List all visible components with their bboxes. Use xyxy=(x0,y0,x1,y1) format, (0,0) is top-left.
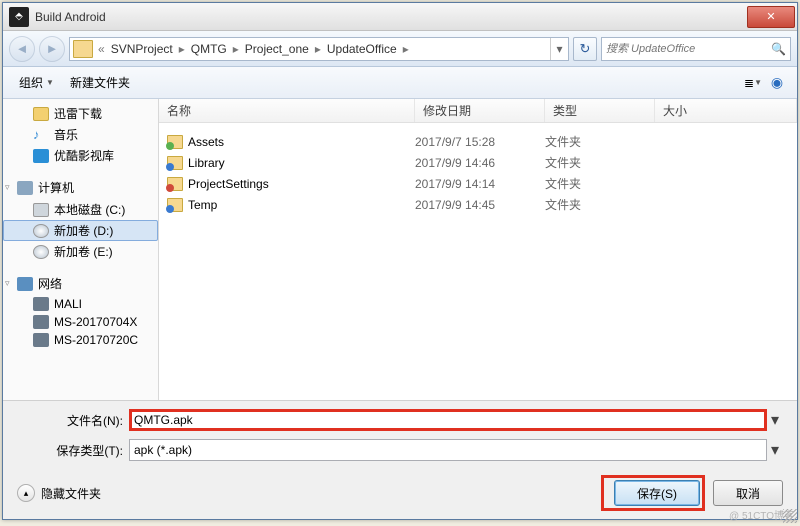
sidebar-item-drive-d[interactable]: 新加卷 (D:) xyxy=(3,220,158,241)
filetype-dropdown[interactable]: ▾ xyxy=(767,440,783,460)
header-type[interactable]: 类型 xyxy=(545,99,655,122)
nav-bar: ◄ ► « SVNProject ▸ QMTG ▸ Project_one ▸ … xyxy=(3,31,797,67)
sidebar-group-network[interactable]: ▿网络 xyxy=(3,272,158,295)
app-icon: ⬘ xyxy=(9,7,29,27)
hide-folders-toggle[interactable]: ▴ 隐藏文件夹 xyxy=(17,484,101,502)
chevron-right-icon: « xyxy=(96,42,107,56)
chevron-down-icon: ▼ xyxy=(46,78,54,87)
download-icon xyxy=(33,107,49,121)
breadcrumb-dropdown[interactable]: ▾ xyxy=(550,38,568,60)
video-icon xyxy=(33,149,49,163)
breadcrumb[interactable]: « SVNProject ▸ QMTG ▸ Project_one ▸ Upda… xyxy=(69,37,569,61)
chevron-up-icon: ▴ xyxy=(17,484,35,502)
window-title: Build Android xyxy=(35,10,747,24)
folder-icon xyxy=(167,135,183,149)
music-icon: ♪ xyxy=(33,128,49,142)
chevron-down-icon: ▿ xyxy=(5,182,10,193)
search-box[interactable]: 🔍 xyxy=(601,37,791,61)
chevron-right-icon: ▸ xyxy=(231,42,241,56)
folder-icon xyxy=(167,156,183,170)
folder-icon xyxy=(73,40,93,58)
header-size[interactable]: 大小 xyxy=(655,99,797,122)
toolbar: 组织 ▼ 新建文件夹 ≣ ▼ ◉ xyxy=(3,67,797,99)
header-date[interactable]: 修改日期 xyxy=(415,99,545,122)
search-icon: 🔍 xyxy=(771,42,786,56)
nav-back-button[interactable]: ◄ xyxy=(9,36,35,62)
nav-forward-button[interactable]: ► xyxy=(39,36,65,62)
titlebar: ⬘ Build Android ✕ xyxy=(3,3,797,31)
help-button[interactable]: ◉ xyxy=(765,73,789,93)
sidebar-item-videos[interactable]: 优酷影视库 xyxy=(3,145,158,166)
chevron-right-icon: ▸ xyxy=(313,42,323,56)
bottom-panel: 文件名(N): ▾ 保存类型(T): ▾ ▴ 隐藏文件夹 保存(S) 取消 xyxy=(3,400,797,519)
column-headers: 名称 修改日期 类型 大小 xyxy=(159,99,797,123)
header-name[interactable]: 名称 xyxy=(159,99,415,122)
sidebar-item-drive-c[interactable]: 本地磁盘 (C:) xyxy=(3,199,158,220)
refresh-button[interactable]: ↻ xyxy=(573,37,597,61)
sidebar-item-net-host2[interactable]: MS-20170720C xyxy=(3,331,158,349)
filename-label: 文件名(N): xyxy=(17,412,129,429)
file-list: Assets 2017/9/7 15:28 文件夹 Library 2017/9… xyxy=(159,123,797,400)
save-dialog-window: ⬘ Build Android ✕ ◄ ► « SVNProject ▸ QMT… xyxy=(2,2,798,520)
host-icon xyxy=(33,297,49,311)
filename-dropdown[interactable]: ▾ xyxy=(767,410,783,430)
breadcrumb-item[interactable]: Project_one xyxy=(241,42,313,56)
network-icon xyxy=(17,277,33,291)
computer-icon xyxy=(17,181,33,195)
breadcrumb-item[interactable]: UpdateOffice xyxy=(323,42,401,56)
filetype-label: 保存类型(T): xyxy=(17,442,129,459)
filetype-select[interactable] xyxy=(129,439,767,461)
close-button[interactable]: ✕ xyxy=(747,6,795,28)
file-row[interactable]: Temp 2017/9/9 14:45 文件夹 xyxy=(159,194,797,215)
window-controls: ✕ xyxy=(747,6,797,28)
view-options-button[interactable]: ≣ ▼ xyxy=(741,73,765,93)
drive-icon xyxy=(33,224,49,238)
file-row[interactable]: ProjectSettings 2017/9/9 14:14 文件夹 xyxy=(159,173,797,194)
file-row[interactable]: Assets 2017/9/7 15:28 文件夹 xyxy=(159,131,797,152)
nav-sidebar: 迅雷下载 ♪音乐 优酷影视库 ▿计算机 本地磁盘 (C:) 新加卷 (D:) 新… xyxy=(3,99,159,400)
breadcrumb-item[interactable]: QMTG xyxy=(187,42,231,56)
drive-icon xyxy=(33,203,49,217)
host-icon xyxy=(33,315,49,329)
filename-input[interactable] xyxy=(129,409,767,431)
sidebar-item-downloads[interactable]: 迅雷下载 xyxy=(3,103,158,124)
sidebar-item-net-mali[interactable]: MALI xyxy=(3,295,158,313)
drive-icon xyxy=(33,245,49,259)
sidebar-item-drive-e[interactable]: 新加卷 (E:) xyxy=(3,241,158,262)
dialog-body: 迅雷下载 ♪音乐 优酷影视库 ▿计算机 本地磁盘 (C:) 新加卷 (D:) 新… xyxy=(3,99,797,400)
cancel-button[interactable]: 取消 xyxy=(713,480,783,506)
folder-icon xyxy=(167,177,183,191)
save-button[interactable]: 保存(S) xyxy=(614,480,700,506)
host-icon xyxy=(33,333,49,347)
chevron-down-icon: ▿ xyxy=(5,278,10,289)
sidebar-item-net-host1[interactable]: MS-20170704X xyxy=(3,313,158,331)
folder-icon xyxy=(167,198,183,212)
sidebar-group-computer[interactable]: ▿计算机 xyxy=(3,176,158,199)
breadcrumb-item[interactable]: SVNProject xyxy=(107,42,177,56)
chevron-right-icon: ▸ xyxy=(401,42,411,56)
file-row[interactable]: Library 2017/9/9 14:46 文件夹 xyxy=(159,152,797,173)
sidebar-item-music[interactable]: ♪音乐 xyxy=(3,124,158,145)
content-pane: 名称 修改日期 类型 大小 Assets 2017/9/7 15:28 文件夹 … xyxy=(159,99,797,400)
organize-button[interactable]: 组织 ▼ xyxy=(11,71,62,94)
search-input[interactable] xyxy=(606,43,771,55)
chevron-right-icon: ▸ xyxy=(177,42,187,56)
save-highlight: 保存(S) xyxy=(601,475,705,511)
new-folder-button[interactable]: 新建文件夹 xyxy=(62,71,138,94)
watermark: @ 51CTO博客 xyxy=(729,507,794,522)
